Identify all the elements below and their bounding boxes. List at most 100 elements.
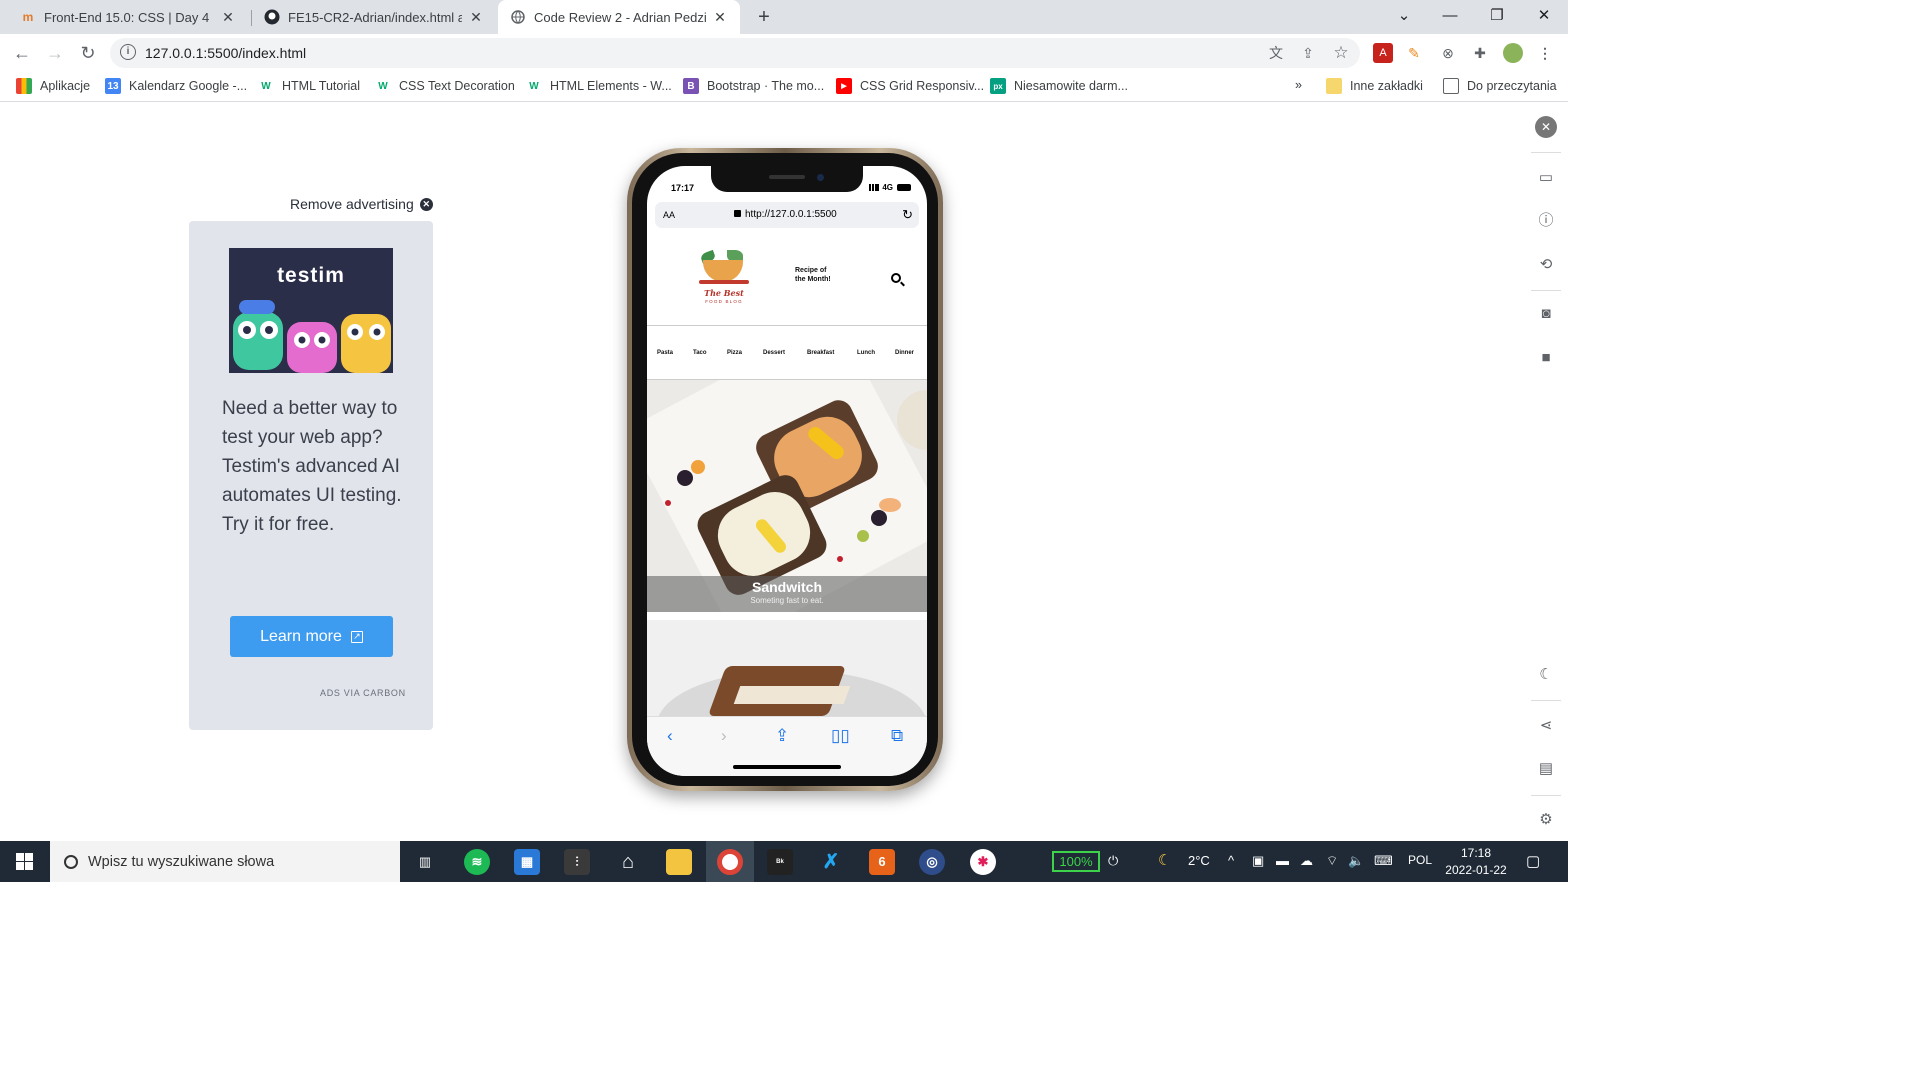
address-bar[interactable]: i 127.0.0.1:5500/index.html [110, 38, 1360, 68]
tray-icon[interactable]: ▣ [1252, 853, 1264, 869]
nav-item-pizza[interactable]: Pizza [727, 350, 742, 356]
food-blog-logo[interactable]: The Best FOOD BLOG [697, 249, 751, 306]
bookmark-css-text[interactable]: W CSS Text Decoration [375, 78, 515, 94]
weather-moon-icon[interactable]: ☾ [1158, 851, 1171, 869]
info-icon[interactable]: i [120, 44, 136, 60]
bookmark-pexels[interactable]: px Niesamowite darm... [990, 78, 1128, 94]
file-explorer-icon[interactable] [666, 849, 692, 875]
hero-card-dessert[interactable] [647, 620, 927, 716]
reader-aa-button[interactable]: AA [663, 210, 675, 220]
forward-icon[interactable]: › [721, 726, 727, 746]
bookmark-calendar[interactable]: 13 Kalendarz Google -... [105, 78, 247, 94]
bookmark-apps[interactable]: Aplikacje [16, 78, 90, 94]
rotate-icon[interactable]: ⟲ [1535, 254, 1557, 276]
store-icon[interactable]: ▦ [514, 849, 540, 875]
close-icon[interactable]: ✕ [419, 197, 433, 211]
search-icon[interactable] [891, 273, 901, 283]
bookmarks-overflow-button[interactable]: » [1295, 78, 1302, 92]
share-icon[interactable]: ⋖ [1535, 715, 1557, 737]
close-icon[interactable]: ✕ [468, 9, 484, 26]
bookmark-bootstrap[interactable]: B Bootstrap · The mo... [683, 78, 824, 94]
comment-icon[interactable]: ▤ [1535, 758, 1557, 780]
ad-text[interactable]: Need a better way to test your web app? … [222, 394, 402, 539]
safari-url[interactable]: http://127.0.0.1:5500 [745, 209, 837, 220]
plug-icon[interactable]: ⏻ [1108, 853, 1118, 869]
wifi-icon[interactable]: ⌔ [1326, 853, 1338, 869]
clock[interactable]: 17:18 2022-01-22 [1444, 845, 1508, 879]
dark-mode-icon[interactable]: ☾ [1535, 664, 1557, 686]
task-view-icon[interactable]: ▥ [412, 849, 438, 875]
address-url[interactable]: 127.0.0.1:5500/index.html [145, 45, 306, 61]
avatar[interactable] [1503, 43, 1523, 63]
forward-button[interactable]: → [42, 40, 68, 66]
language-indicator[interactable]: POL [1408, 853, 1432, 867]
safari-address-bar[interactable]: AA http://127.0.0.1:5500 ↻ [655, 202, 919, 228]
camera-icon[interactable]: ◙ [1535, 303, 1557, 325]
minimize-button[interactable]: — [1427, 0, 1473, 34]
menu-icon[interactable]: ⋮ [1535, 43, 1555, 63]
close-icon[interactable]: ✕ [1535, 116, 1557, 138]
keyboard-icon[interactable]: ⌨ [1374, 853, 1393, 869]
reload-button[interactable]: ↻ [75, 40, 101, 66]
extension-icon[interactable]: ⊗ [1438, 43, 1458, 63]
puzzle-icon[interactable]: ✚ [1470, 43, 1490, 63]
tab-github[interactable]: FE15-CR2-Adrian/index.html at m ✕ [252, 0, 496, 34]
share-icon[interactable]: ⇪ [1298, 43, 1318, 63]
nav-item-breakfast[interactable]: Breakfast [807, 350, 834, 356]
hero-card-sandwich[interactable]: Sandwitch Someting fast to eat. [647, 380, 927, 612]
app-icon[interactable]: 6 [869, 849, 895, 875]
taskbar-search[interactable]: Wpisz tu wyszukiwane słowa [50, 841, 400, 882]
pdf-extension-icon[interactable]: A [1373, 43, 1393, 63]
slack-icon[interactable]: ✱ [970, 849, 996, 875]
key-extension-icon[interactable]: ✎ [1404, 43, 1424, 63]
tabs-icon[interactable]: ⧉ [891, 726, 903, 746]
close-window-button[interactable]: ✕ [1521, 0, 1567, 34]
video-icon[interactable]: ■ [1535, 347, 1557, 369]
bookmark-css-grid[interactable]: ▶ CSS Grid Responsiv... [836, 78, 984, 94]
chevron-up-icon[interactable]: ^ [1228, 853, 1234, 868]
windows-start-icon[interactable] [16, 853, 33, 870]
nav-item-pasta[interactable]: Pasta [657, 350, 673, 356]
nav-item-dessert[interactable]: Dessert [763, 350, 785, 356]
bookmark-other[interactable]: Inne zakładki [1326, 78, 1423, 94]
reading-list[interactable]: Do przeczytania [1443, 78, 1557, 94]
brackets-icon[interactable]: Bk [767, 849, 793, 875]
restore-button[interactable]: ❐ [1474, 0, 1520, 34]
reload-icon[interactable]: ↻ [902, 207, 913, 223]
devices-icon[interactable]: ▭ [1535, 167, 1557, 189]
chrome-icon[interactable] [717, 849, 743, 875]
nav-item-lunch[interactable]: Lunch [857, 350, 875, 356]
tab-frontend[interactable]: m Front-End 15.0: CSS | Day 4 | Pre ✕ [8, 0, 248, 34]
close-icon[interactable]: ✕ [220, 9, 236, 26]
ad-image[interactable]: testim [229, 248, 393, 373]
audio-app-icon[interactable]: ⫶ [564, 849, 590, 875]
battery-indicator[interactable]: 100% [1052, 851, 1100, 872]
bookmark-html-elements[interactable]: W HTML Elements - W... [526, 78, 672, 94]
info-icon[interactable]: ⓘ [1535, 210, 1557, 232]
app-icon[interactable]: ◎ [919, 849, 945, 875]
close-icon[interactable]: ✕ [712, 9, 728, 26]
bookmark-star-icon[interactable]: ☆ [1331, 43, 1351, 63]
share-icon[interactable]: ⇪ [775, 726, 789, 746]
back-button[interactable]: ← [9, 40, 35, 66]
new-tab-button[interactable]: + [752, 4, 776, 30]
ads-via-carbon[interactable]: ADS VIA CARBON [320, 688, 406, 698]
home-icon[interactable]: ⌂ [615, 849, 641, 875]
notifications-icon[interactable]: ▢ [1526, 852, 1540, 870]
vscode-icon[interactable]: ✗ [818, 849, 844, 875]
spotify-icon[interactable]: ≋ [464, 849, 490, 875]
cloud-icon[interactable]: ☁ [1300, 853, 1313, 869]
gear-icon[interactable]: ⚙ [1535, 809, 1557, 831]
nav-item-dinner[interactable]: Dinner [895, 350, 914, 356]
bookmark-html-tutorial[interactable]: W HTML Tutorial [258, 78, 360, 94]
tab-code-review[interactable]: Code Review 2 - Adrian Pedziwia ✕ [498, 0, 740, 34]
bookmarks-icon[interactable]: ▯▯ [831, 726, 850, 746]
volume-icon[interactable]: 🔈 [1348, 853, 1364, 869]
remove-advertising-link[interactable]: Remove advertising ✕ [290, 196, 433, 212]
learn-more-button[interactable]: Learn more ↗ [230, 616, 393, 657]
nav-item-taco[interactable]: Taco [693, 350, 707, 356]
temperature[interactable]: 2°C [1188, 853, 1210, 868]
home-indicator[interactable] [733, 765, 841, 769]
translate-icon[interactable]: 文 [1266, 43, 1286, 63]
recipe-of-the-month-link[interactable]: Recipe of the Month! [795, 267, 835, 284]
